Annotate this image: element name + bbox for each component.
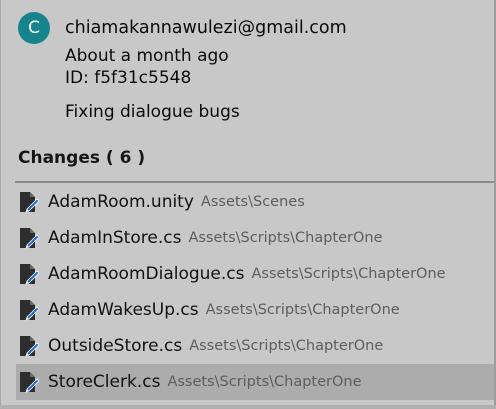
file-name: StoreClerk.cs — [48, 372, 161, 392]
edited-file-icon — [20, 336, 39, 357]
edited-file-icon — [20, 300, 39, 321]
file-path: Assets\Scripts\ChapterOne — [251, 266, 446, 282]
file-path: Assets\Scripts\ChapterOne — [205, 302, 400, 318]
author-email: chiamakannawulezi@gmail.com — [65, 18, 347, 38]
file-name: AdamWakesUp.cs — [48, 300, 199, 320]
panel-bottom-border — [0, 405, 496, 409]
changed-files-list: AdamRoom.unity Assets\Scenes AdamInStore… — [16, 184, 494, 400]
changed-file-row-5[interactable]: OutsideStore.cs Assets\Scripts\ChapterOn… — [16, 328, 494, 364]
file-path: Assets\Scripts\ChapterOne — [188, 230, 383, 246]
edited-file-icon — [20, 372, 39, 393]
edited-file-icon — [20, 192, 39, 213]
file-path: Assets\Scenes — [200, 194, 305, 210]
file-path: Assets\Scripts\ChapterOne — [167, 374, 362, 390]
commit-message: Fixing dialogue bugs — [65, 102, 240, 122]
file-path: Assets\Scripts\ChapterOne — [189, 338, 384, 354]
edited-file-icon — [20, 228, 39, 249]
author-avatar: C — [18, 12, 50, 44]
commit-time: About a month ago — [65, 46, 229, 66]
changed-file-row-1[interactable]: AdamRoom.unity Assets\Scenes — [16, 184, 494, 220]
changes-divider — [15, 181, 494, 183]
panel-left-border — [0, 0, 1, 409]
file-name: AdamRoomDialogue.cs — [48, 264, 245, 284]
changed-file-row-2[interactable]: AdamInStore.cs Assets\Scripts\ChapterOne — [16, 220, 494, 256]
changes-header: Changes ( 6 ) — [18, 148, 146, 168]
file-name: AdamInStore.cs — [48, 228, 182, 248]
commit-id: ID: f5f31c5548 — [65, 68, 192, 88]
file-name: OutsideStore.cs — [48, 336, 183, 356]
changed-file-row-4[interactable]: AdamWakesUp.cs Assets\Scripts\ChapterOne — [16, 292, 494, 328]
file-name: AdamRoom.unity — [48, 192, 194, 212]
edited-file-icon — [20, 264, 39, 285]
changed-file-row-3[interactable]: AdamRoomDialogue.cs Assets\Scripts\Chapt… — [16, 256, 494, 292]
changed-file-row-6[interactable]: StoreClerk.cs Assets\Scripts\ChapterOne — [16, 364, 494, 400]
commit-details-panel: C chiamakannawulezi@gmail.com About a mo… — [0, 0, 496, 409]
